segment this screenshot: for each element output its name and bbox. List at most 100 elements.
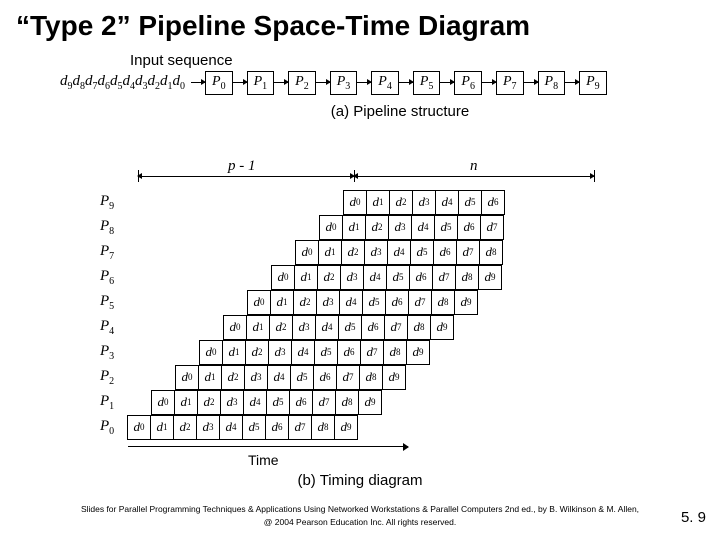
processor-label: P6 bbox=[100, 268, 128, 287]
d-item: d9 bbox=[60, 73, 73, 92]
data-cell: d8 bbox=[383, 340, 407, 365]
data-cell: d8 bbox=[335, 390, 359, 415]
data-cell: d1 bbox=[174, 390, 198, 415]
data-cell: d0 bbox=[247, 290, 271, 315]
data-cell: d6 bbox=[385, 290, 409, 315]
pipeline-stage: P4 bbox=[371, 71, 399, 95]
pipeline-stage: P8 bbox=[538, 71, 566, 95]
data-cell: d9 bbox=[358, 390, 382, 415]
data-cell: d6 bbox=[361, 315, 385, 340]
data-cell: d2 bbox=[221, 365, 245, 390]
data-cell: d1 bbox=[270, 290, 294, 315]
data-cell: d5 bbox=[338, 315, 362, 340]
table-row: P9d0d1d2d3d4d5d6 bbox=[100, 190, 640, 215]
arrow-icon bbox=[233, 82, 247, 83]
data-cell: d7 bbox=[360, 340, 384, 365]
processor-label: P1 bbox=[100, 393, 128, 412]
data-cell: d5 bbox=[314, 340, 338, 365]
d-item: d6 bbox=[98, 73, 111, 92]
data-cell: d4 bbox=[219, 415, 243, 440]
data-cell: d5 bbox=[362, 290, 386, 315]
data-cell: d8 bbox=[311, 415, 335, 440]
data-cell: d2 bbox=[245, 340, 269, 365]
pipeline-stage: P3 bbox=[330, 71, 358, 95]
dim-label-right: n bbox=[470, 158, 478, 175]
data-cell: d0 bbox=[151, 390, 175, 415]
data-cell: d4 bbox=[363, 265, 387, 290]
data-cell: d1 bbox=[150, 415, 174, 440]
data-cell: d6 bbox=[289, 390, 313, 415]
pipeline-stage: P0 bbox=[205, 71, 233, 95]
data-cell: d4 bbox=[315, 315, 339, 340]
pipeline-stage: P5 bbox=[413, 71, 441, 95]
data-cell: d8 bbox=[359, 365, 383, 390]
data-cell: d8 bbox=[455, 265, 479, 290]
data-cell: d9 bbox=[454, 290, 478, 315]
data-cell: d8 bbox=[407, 315, 431, 340]
pipeline-stage: P6 bbox=[454, 71, 482, 95]
time-axis: Time bbox=[128, 444, 598, 468]
data-cell: d6 bbox=[265, 415, 289, 440]
pipeline-structure: Input sequence d9d8d7d6d5d4d3d2d1d0 P0P1… bbox=[60, 52, 660, 120]
data-cell: d2 bbox=[197, 390, 221, 415]
arrow-icon bbox=[565, 82, 579, 83]
data-cell: d9 bbox=[382, 365, 406, 390]
data-cell: d0 bbox=[175, 365, 199, 390]
processor-label: P5 bbox=[100, 293, 128, 312]
data-cell: d0 bbox=[343, 190, 367, 215]
d-item: d0 bbox=[173, 73, 186, 92]
table-row: P1d0d1d2d3d4d5d6d7d8d9 bbox=[100, 390, 640, 415]
data-cell: d0 bbox=[127, 415, 151, 440]
data-cell: d7 bbox=[456, 240, 480, 265]
data-cell: d6 bbox=[337, 340, 361, 365]
table-row: P5d0d1d2d3d4d5d6d7d8d9 bbox=[100, 290, 640, 315]
arrow-icon bbox=[191, 82, 205, 83]
data-cell: d3 bbox=[388, 215, 412, 240]
table-row: P8d0d1d2d3d4d5d6d7 bbox=[100, 215, 640, 240]
data-cell: d3 bbox=[412, 190, 436, 215]
data-cell: d8 bbox=[479, 240, 503, 265]
data-cell: d2 bbox=[173, 415, 197, 440]
data-cell: d8 bbox=[431, 290, 455, 315]
processor-label: P9 bbox=[100, 193, 128, 212]
data-cell: d3 bbox=[220, 390, 244, 415]
table-row: P6d0d1d2d3d4d5d6d7d8d9 bbox=[100, 265, 640, 290]
data-cell: d6 bbox=[433, 240, 457, 265]
data-cell: d1 bbox=[198, 365, 222, 390]
data-cell: d7 bbox=[432, 265, 456, 290]
data-cell: d3 bbox=[244, 365, 268, 390]
data-cell: d2 bbox=[365, 215, 389, 240]
data-cell: d0 bbox=[271, 265, 295, 290]
data-cell: d5 bbox=[290, 365, 314, 390]
d-item: d4 bbox=[123, 73, 136, 92]
arrow-icon bbox=[274, 82, 288, 83]
data-cell: d4 bbox=[411, 215, 435, 240]
data-cell: d2 bbox=[341, 240, 365, 265]
data-cell: d3 bbox=[364, 240, 388, 265]
pipeline-stage: P7 bbox=[496, 71, 524, 95]
table-row: P3d0d1d2d3d4d5d6d7d8d9 bbox=[100, 340, 640, 365]
data-cell: d6 bbox=[313, 365, 337, 390]
arrow-icon bbox=[524, 82, 538, 83]
caption-a: (a) Pipeline structure bbox=[140, 103, 660, 120]
data-cell: d9 bbox=[406, 340, 430, 365]
data-cell: d1 bbox=[318, 240, 342, 265]
processor-label: P4 bbox=[100, 318, 128, 337]
data-cell: d2 bbox=[389, 190, 413, 215]
table-row: P2d0d1d2d3d4d5d6d7d8d9 bbox=[100, 365, 640, 390]
data-cell: d9 bbox=[478, 265, 502, 290]
data-cell: d7 bbox=[384, 315, 408, 340]
data-cell: d5 bbox=[386, 265, 410, 290]
data-cell: d7 bbox=[336, 365, 360, 390]
data-cell: d5 bbox=[266, 390, 290, 415]
data-cell: d5 bbox=[410, 240, 434, 265]
data-cell: d0 bbox=[295, 240, 319, 265]
processor-label: P3 bbox=[100, 343, 128, 362]
data-cell: d5 bbox=[434, 215, 458, 240]
data-cell: d3 bbox=[196, 415, 220, 440]
dim-label-left: p - 1 bbox=[228, 158, 256, 175]
pipeline-stage: P1 bbox=[247, 71, 275, 95]
d-item: d8 bbox=[73, 73, 86, 92]
data-cell: d4 bbox=[291, 340, 315, 365]
data-cell: d0 bbox=[199, 340, 223, 365]
